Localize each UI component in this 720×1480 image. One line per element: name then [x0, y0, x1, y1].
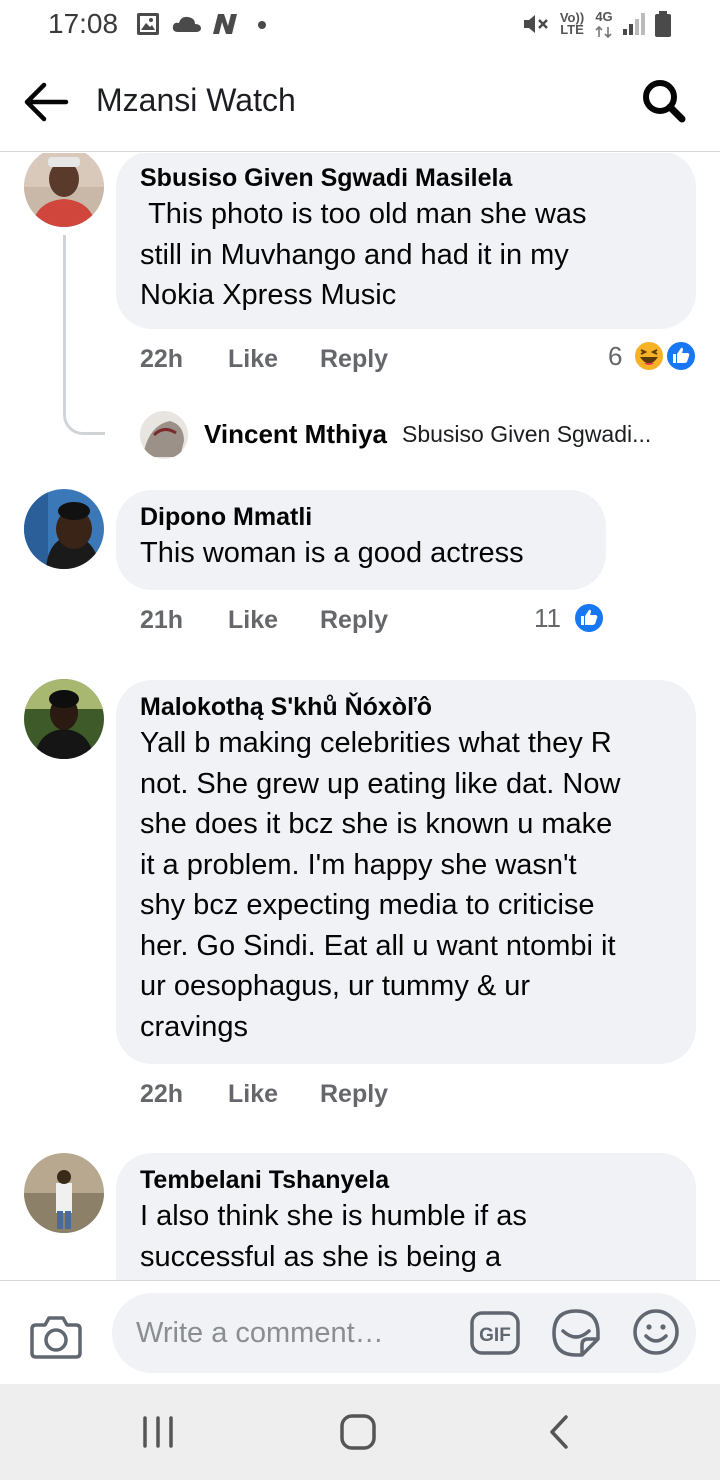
thread-connector: [63, 235, 105, 435]
notification-dot-icon: [258, 21, 266, 29]
comment-bubble[interactable]: Dipono Mmatli This woman is a good actre…: [116, 490, 606, 590]
recent-apps-icon: [143, 1416, 173, 1448]
volte-indicator: Vo)) LTE: [559, 10, 585, 37]
reply-button[interactable]: Reply: [320, 345, 388, 374]
gif-button[interactable]: GIF: [470, 1309, 520, 1357]
comments-feed[interactable]: Sbusiso Given Sgwadi Masilela This photo…: [0, 153, 720, 1280]
home-icon: [340, 1414, 376, 1450]
reaction-count: 11: [534, 603, 561, 633]
reply-preview[interactable]: Vincent Mthiya Sbusiso Given Sgwadi...: [140, 409, 700, 461]
comment-text: This photo is too old man she was still …: [140, 198, 587, 311]
home-button[interactable]: [338, 1412, 378, 1452]
reply-snippet: Sbusiso Given Sgwadi...: [402, 421, 652, 447]
search-icon: [643, 80, 686, 123]
reply-author[interactable]: Vincent Mthiya: [204, 419, 387, 450]
data-arrows-icon: [595, 26, 612, 38]
profile-photo: [24, 153, 104, 227]
mute-icon: [524, 15, 548, 33]
comment-text: I also think she is humble if as success…: [140, 1200, 527, 1273]
comment-text: This woman is a good actress: [140, 537, 524, 569]
comment-author[interactable]: Tembelani Tshanyela: [140, 1164, 672, 1196]
back-icon: [550, 1415, 568, 1449]
camera-icon: [30, 1316, 82, 1359]
comment-author[interactable]: Malokothą S'khů Ňóxòľô: [140, 691, 672, 723]
comment-bubble[interactable]: Sbusiso Given Sgwadi Masilela This photo…: [116, 153, 696, 329]
network-type: 4G: [595, 9, 613, 24]
comment-time: 22h: [140, 345, 184, 373]
status-bar: 17:08 Vo)) LTE 4G: [0, 0, 720, 50]
arrow-left-icon: [24, 82, 69, 122]
app-header: Mzansi Watch: [0, 50, 720, 152]
like-icon: [573, 602, 605, 634]
avatar[interactable]: [24, 489, 104, 569]
emoji-icon: [633, 1309, 679, 1355]
sticker-button[interactable]: [550, 1307, 602, 1359]
cloud-icon: [172, 16, 201, 32]
comment-actions: 22h Like Reply: [140, 345, 440, 379]
comment-actions: 22h Like Reply: [140, 1080, 440, 1114]
n-icon: [213, 14, 237, 34]
like-icon: [665, 340, 697, 372]
comment-text: Yall b making celebrities what they R no…: [140, 727, 621, 1043]
like-button[interactable]: Like: [228, 606, 278, 635]
comment-author[interactable]: Dipono Mmatli: [140, 501, 582, 533]
reaction-summary[interactable]: 11: [530, 601, 610, 635]
recent-apps-button[interactable]: [138, 1412, 178, 1452]
gif-label: GIF: [479, 1325, 511, 1346]
reply-avatar[interactable]: [140, 411, 188, 459]
haha-icon: [633, 340, 665, 372]
avatar[interactable]: [24, 153, 104, 227]
comment-input[interactable]: [136, 1293, 476, 1373]
reply-button[interactable]: Reply: [320, 606, 388, 635]
reaction-count: 6: [608, 341, 623, 371]
gif-icon: GIF: [470, 1311, 520, 1355]
comment-author[interactable]: Sbusiso Given Sgwadi Masilela: [140, 162, 672, 194]
system-navbar: [0, 1384, 720, 1480]
avatar[interactable]: [24, 679, 104, 759]
like-button[interactable]: Like: [228, 1080, 278, 1109]
status-time: 17:08: [48, 8, 119, 39]
signal-icon: [623, 13, 645, 35]
back-button[interactable]: [22, 80, 74, 124]
gallery-icon: [137, 13, 159, 35]
profile-photo: [140, 411, 188, 459]
comment-composer: GIF: [0, 1280, 720, 1384]
emoji-button[interactable]: [632, 1308, 680, 1356]
profile-photo: [24, 489, 104, 569]
battery-icon: [655, 11, 671, 37]
reaction-summary[interactable]: 6: [604, 339, 700, 373]
comment-time: 22h: [140, 1080, 184, 1108]
comment-input-wrap: GIF: [112, 1293, 696, 1373]
profile-photo: [24, 1153, 104, 1233]
comment-bubble[interactable]: Malokothą S'khů Ňóxòľô Yall b making cel…: [116, 680, 696, 1064]
comment-bubble[interactable]: Tembelani Tshanyela I also think she is …: [116, 1153, 696, 1280]
comment-time: 21h: [140, 606, 184, 634]
reply-button[interactable]: Reply: [320, 1080, 388, 1109]
sticker-icon: [552, 1309, 600, 1357]
search-button[interactable]: [636, 76, 692, 126]
camera-button[interactable]: [30, 1313, 82, 1359]
like-button[interactable]: Like: [228, 345, 278, 374]
system-back-button[interactable]: [540, 1412, 580, 1452]
comment-actions: 21h Like Reply: [140, 606, 440, 640]
page-title: Mzansi Watch: [96, 82, 296, 118]
avatar[interactable]: [24, 1153, 104, 1233]
profile-photo: [24, 679, 104, 759]
